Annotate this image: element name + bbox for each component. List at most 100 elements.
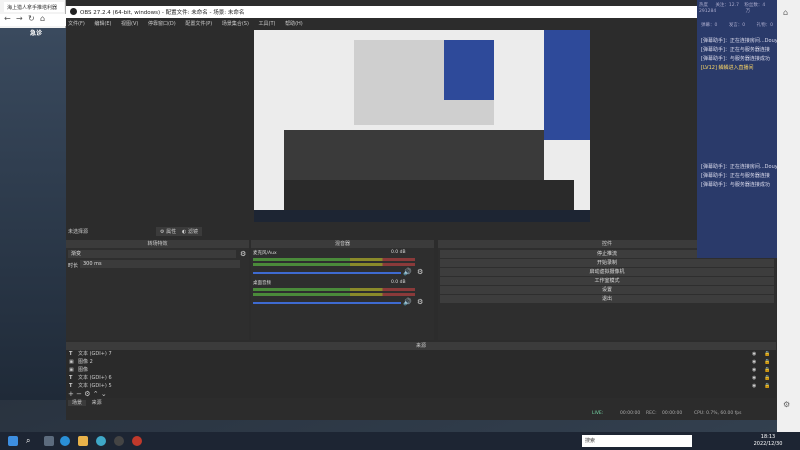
gear-icon[interactable]: ⚙	[417, 298, 423, 306]
edge-icon[interactable]	[60, 436, 70, 446]
chat-message: [弹幕助手]：正在与服务器连接	[701, 47, 770, 53]
duration-input[interactable]: 300 ms	[80, 260, 240, 268]
eye-icon[interactable]: ◉	[752, 374, 756, 382]
mic-volume-slider[interactable]	[253, 272, 401, 274]
forward-icon[interactable]: →	[16, 14, 23, 23]
chat-hot-value: 291284	[699, 9, 717, 14]
browser-page: 急诊	[0, 28, 66, 400]
source-item[interactable]: T 文本 (GDI+) 5 ◉ 🔒	[68, 382, 774, 390]
chat-header: 热度 关注：12.7 粉丝数：4 291284 万	[697, 0, 777, 20]
menu-file[interactable]: 文件(F)	[68, 21, 85, 27]
menu-profile[interactable]: 配置文件(P)	[185, 21, 212, 27]
speaker-icon[interactable]: 🔊	[403, 268, 412, 276]
exit-button[interactable]: 退出	[440, 295, 774, 303]
windows-start-icon[interactable]	[8, 436, 18, 446]
settings-button[interactable]: 设置	[440, 286, 774, 294]
menu-view[interactable]: 视图(V)	[121, 21, 138, 27]
clock-time: 18:13	[760, 434, 776, 440]
tab-sources[interactable]: 来源	[88, 400, 106, 406]
obs-logo-icon	[70, 8, 77, 15]
gear-icon[interactable]: ⚙	[417, 268, 423, 276]
rec-time: 00:00:00	[662, 411, 683, 416]
preview-nested-chat	[444, 40, 494, 100]
source-item[interactable]: T 文本 (GDI+) 7 ◉ 🔒	[68, 350, 774, 358]
mic-level-meter	[253, 258, 415, 261]
mixer-channel-mic-name: 麦克风/Aux	[253, 251, 277, 256]
file-explorer-icon[interactable]	[78, 436, 88, 446]
move-up-icon[interactable]: ⌃	[93, 390, 99, 398]
preview-area	[66, 28, 696, 224]
virtual-camera-button[interactable]: 启动虚拟摄像机	[440, 268, 774, 276]
mixer-channel-desktop-name: 桌面音频	[253, 281, 271, 286]
live-time: 00:00:00	[620, 411, 641, 416]
chat-message: [弹幕助手]：与服务器连接成功	[701, 56, 770, 62]
desktop-volume-slider[interactable]	[253, 302, 401, 304]
mixer-channel-desktop-db: 0.0 dB	[391, 280, 406, 285]
menu-tools[interactable]: 工具(T)	[259, 21, 276, 27]
home-icon[interactable]: ⌂	[40, 14, 45, 23]
lock-icon[interactable]: 🔒	[764, 350, 770, 358]
image-icon: ▣	[69, 359, 74, 365]
eye-icon[interactable]: ◉	[752, 382, 756, 390]
browser-icon[interactable]	[96, 436, 106, 446]
remove-icon[interactable]: −	[76, 390, 82, 398]
properties-button[interactable]: ⚙ 属性	[156, 227, 181, 236]
preview-nested-sources	[284, 180, 574, 210]
home-icon[interactable]: ⌂	[783, 8, 788, 17]
search-icon[interactable]: ⌕	[26, 436, 36, 446]
add-icon[interactable]: +	[68, 390, 74, 398]
move-down-icon[interactable]: ⌄	[101, 390, 107, 398]
gear-icon[interactable]: ⚙	[783, 400, 790, 409]
cpu-status: CPU: 0.7%, 60.00 fps	[694, 411, 742, 416]
text-icon: T	[69, 351, 73, 357]
refresh-icon[interactable]: ↻	[28, 14, 35, 23]
transition-select[interactable]: 渐变	[68, 250, 236, 258]
douyu-icon[interactable]	[132, 436, 142, 446]
chat-follow-count: 关注：12.7	[715, 3, 739, 8]
eye-icon[interactable]: ◉	[752, 358, 756, 366]
lock-icon[interactable]: 🔒	[764, 382, 770, 390]
eye-icon[interactable]: ◉	[752, 350, 756, 358]
browser-window: 海上猎人拿手推塔利器 ← → ↻ ⌂ 急诊	[0, 0, 66, 400]
browser-tab[interactable]: 海上猎人拿手推塔利器	[4, 2, 64, 12]
bottom-tabs: 场景 来源	[68, 399, 106, 406]
obs-window-title: OBS 27.2.4 (64-bit, windows) - 配置文件: 未命名…	[80, 10, 245, 16]
preview-canvas[interactable]	[254, 30, 590, 222]
sources-dock-title: 来源	[66, 342, 776, 350]
obs-taskbar-icon[interactable]	[114, 436, 124, 446]
preview-nested-taskbar	[254, 210, 590, 222]
source-item[interactable]: ▣ 图像 2 ◉ 🔒	[68, 358, 774, 366]
start-recording-button[interactable]: 开始录制	[440, 259, 774, 267]
filters-button[interactable]: ◐ 滤镜	[178, 227, 202, 236]
menu-help[interactable]: 帮助(H)	[285, 21, 303, 27]
menu-edit[interactable]: 编辑(E)	[94, 21, 111, 27]
menu-docks[interactable]: 停靠窗口(D)	[148, 21, 176, 27]
obs-menubar: 文件(F) 编辑(E) 视图(V) 停靠窗口(D) 配置文件(P) 场景集合(S…	[66, 18, 800, 28]
gear-icon[interactable]: ⚙	[240, 250, 246, 258]
lock-icon[interactable]: 🔒	[764, 366, 770, 374]
gear-icon[interactable]: ⚙	[84, 390, 90, 398]
taskbar-clock[interactable]: 18:13 2022/12/30	[748, 434, 788, 448]
back-icon[interactable]: ←	[4, 14, 11, 23]
obs-statusbar: LIVE: 00:00:00 REC: 00:00:00 CPU: 0.7%, …	[66, 408, 800, 420]
source-item[interactable]: ▣ 图像 ◉ 🔒	[68, 366, 774, 374]
speaker-icon[interactable]: 🔊	[403, 298, 412, 306]
mixer-dock-title: 混音器	[251, 240, 434, 248]
no-source-label: 未选择源	[68, 229, 89, 235]
transition-dock-title: 转场特效	[66, 240, 249, 248]
source-item[interactable]: T 文本 (GDI+) 6 ◉ 🔒	[68, 374, 774, 382]
task-view-icon[interactable]	[44, 436, 54, 446]
lock-icon[interactable]: 🔒	[764, 374, 770, 382]
eye-icon[interactable]: ◉	[752, 366, 756, 374]
tab-scenes[interactable]: 场景	[68, 400, 87, 406]
studio-mode-button[interactable]: 工作室模式	[440, 277, 774, 285]
desktop-level-meter	[253, 293, 415, 296]
menu-scene-collection[interactable]: 场景集合(S)	[222, 21, 249, 27]
text-icon: T	[69, 375, 73, 381]
windows-taskbar: ⌕ 搜索 18:13 2022/12/30	[0, 432, 800, 450]
duration-label: 时长	[68, 263, 79, 269]
lock-icon[interactable]: 🔒	[764, 358, 770, 366]
image-icon: ▣	[69, 367, 74, 373]
taskbar-search-input[interactable]: 搜索	[582, 435, 692, 447]
mic-level-meter	[253, 263, 415, 266]
